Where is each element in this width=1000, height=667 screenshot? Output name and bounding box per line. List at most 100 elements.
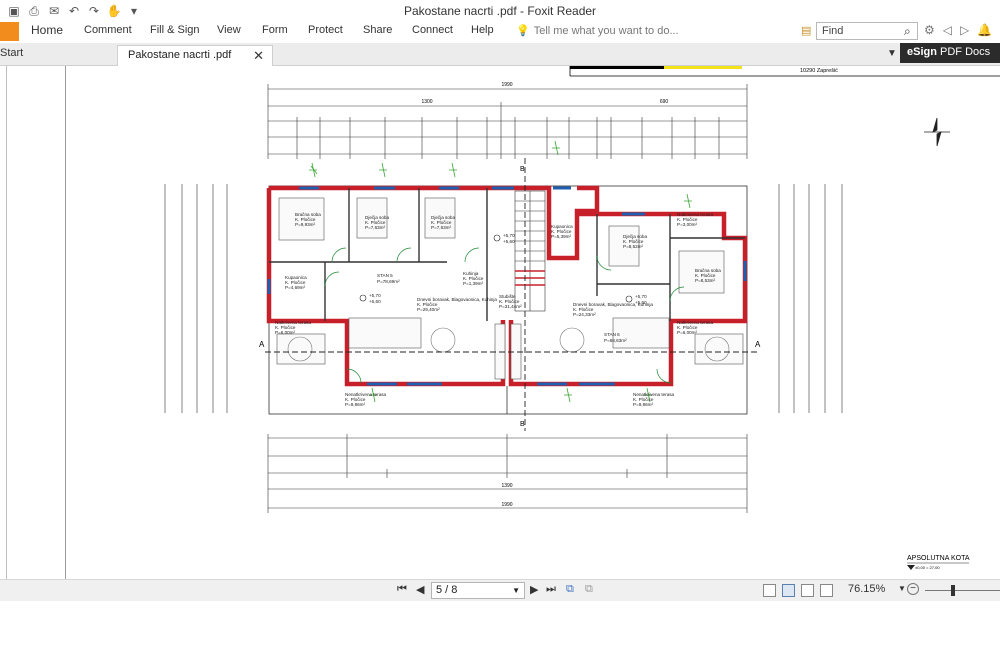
- document-viewport[interactable]: 1990 1300 690 1390 1990 A A B B Bračna s…: [0, 66, 1000, 579]
- tab-help[interactable]: Help: [471, 24, 494, 36]
- room-16-area: P=6,00m²: [677, 330, 698, 335]
- back-arrow-icon[interactable]: ◁: [943, 23, 952, 37]
- room-14-area: P=24,33m²: [573, 312, 596, 317]
- esign-label: PDF Docs: [936, 46, 991, 58]
- tell-me-box[interactable]: 💡 Tell me what you want to do...: [516, 24, 679, 38]
- last-page-icon[interactable]: ⏭: [546, 583, 556, 596]
- tab-form[interactable]: Form: [262, 24, 288, 36]
- room-5-name: STAN 5: [377, 273, 393, 278]
- top-dimensions: [267, 84, 748, 159]
- room-3-area: P=7,63m²: [431, 225, 452, 230]
- desktop-background: [0, 601, 1000, 667]
- title-bar: ▣ ⎙ ✉ ↶ ↷ ✋ ▾ Pakostane nacrti .pdf - Fo…: [0, 0, 1000, 22]
- room-7-area: P=6,00m²: [275, 330, 296, 335]
- pdf-page: 1990 1300 690 1390 1990 A A B B Bračna s…: [67, 66, 1000, 579]
- staircase: [514, 190, 546, 312]
- next-page-icon[interactable]: ▶: [530, 583, 538, 596]
- room-12-area: P=3,00m²: [677, 222, 698, 227]
- esign-button[interactable]: eSign PDF Docs: [900, 43, 1000, 63]
- previous-view-icon[interactable]: ⧉: [566, 583, 574, 596]
- page-number-field[interactable]: 5 / 8 ▼: [431, 582, 525, 599]
- level-1-upper: +5,70: [503, 233, 515, 238]
- first-page-icon[interactable]: ⏮: [397, 583, 407, 596]
- status-bar: ⏮ ◀ 5 / 8 ▼ ▶ ⏭ ⧉ ⧉ 76.15% ▼ −: [0, 579, 1000, 601]
- next-view-icon[interactable]: ⧉: [585, 583, 593, 596]
- room-9-area: P=31,44m²: [499, 304, 522, 309]
- dim-1300: 1300: [421, 99, 432, 105]
- section-a-left: A: [259, 340, 265, 349]
- room-2-area: P=7,63m²: [365, 225, 386, 230]
- windows: [267, 186, 747, 386]
- tab-protect[interactable]: Protect: [308, 24, 343, 36]
- page-layout-buttons: [763, 584, 833, 597]
- tab-view[interactable]: View: [217, 24, 241, 36]
- close-icon[interactable]: ✕: [253, 48, 264, 64]
- tab-list-dropdown-icon[interactable]: ▼: [887, 48, 897, 59]
- section-b-top: B: [520, 166, 525, 173]
- floor-plan-drawing: 1990 1300 690 1390 1990 A A B B Bračna s…: [164, 66, 1000, 570]
- room-10-area: P=5,39m²: [551, 234, 572, 239]
- level-1-lower: +5,60: [503, 239, 515, 244]
- dim-1390: 1390: [501, 483, 512, 489]
- room-17-area: P=9,86m²: [633, 402, 654, 407]
- zoom-out-icon[interactable]: −: [907, 583, 919, 595]
- dim-total-bottom: 1990: [501, 502, 512, 508]
- tab-document[interactable]: Pakostane nacrti .pdf ✕: [117, 45, 273, 67]
- gear-icon[interactable]: ⚙: [924, 23, 935, 37]
- document-tab-bar: Start Pakostane nacrti .pdf ✕ ▼: [0, 43, 1000, 67]
- esign-bold-label: eSign: [907, 46, 937, 58]
- dim-690: 690: [660, 99, 669, 105]
- dim-total-top: 1990: [501, 82, 512, 88]
- facing-page-icon[interactable]: [801, 584, 814, 597]
- zoom-level[interactable]: 76.15%: [848, 583, 885, 595]
- room-13-area: P=8,53m²: [695, 278, 716, 283]
- tab-connect[interactable]: Connect: [412, 24, 453, 36]
- section-a-right: A: [755, 340, 761, 349]
- page-indicator: 5 / 8: [436, 584, 458, 596]
- room-15-name: STAN 6: [604, 332, 620, 337]
- level-3-lower: +5,60: [635, 300, 647, 305]
- find-folder-icon[interactable]: ▤: [801, 24, 811, 37]
- room-5-area: P=78,69m²: [377, 279, 400, 284]
- tab-share[interactable]: Share: [363, 24, 392, 36]
- title-block-yellow: [664, 66, 742, 69]
- address-text: 10290 Zaprešić: [800, 68, 838, 74]
- ribbon-menu: Home Comment Fill & Sign View Form Prote…: [0, 22, 1000, 42]
- room-6-area: P=29,40m²: [417, 307, 440, 312]
- tell-me-text: Tell me what you want to do...: [533, 24, 679, 37]
- bell-icon[interactable]: 🔔: [977, 23, 992, 37]
- navigation-panel-gutter: [0, 66, 66, 579]
- foxit-reader-window: ▣ ⎙ ✉ ↶ ↷ ✋ ▾ Pakostane nacrti .pdf - Fo…: [0, 0, 1000, 667]
- room-8-area: P=9,86m²: [345, 402, 366, 407]
- exterior-walls: [266, 185, 748, 387]
- room-4-area: P=4,69m²: [285, 285, 306, 290]
- zoom-slider-thumb[interactable]: [951, 585, 955, 596]
- level-3-upper: +5,70: [635, 294, 647, 299]
- level-2-upper: +5,70: [369, 293, 381, 298]
- zoom-dropdown-icon[interactable]: ▼: [898, 584, 906, 593]
- room-11-area: P=8,52m²: [623, 244, 644, 249]
- zoom-slider-track[interactable]: [925, 590, 1000, 591]
- single-page-icon[interactable]: [763, 584, 776, 597]
- search-icon[interactable]: ⌕: [904, 24, 911, 39]
- room-1-area: P=9,93m²: [295, 222, 316, 227]
- lightbulb-icon: 💡: [516, 25, 530, 37]
- tab-comment[interactable]: Comment: [84, 24, 132, 36]
- window-title: Pakostane nacrti .pdf - Foxit Reader: [403, 4, 597, 18]
- prev-page-icon[interactable]: ◀: [416, 583, 424, 596]
- tab-fill-sign[interactable]: Fill & Sign: [150, 24, 200, 36]
- file-menu-button[interactable]: [0, 22, 19, 41]
- tab-document-label: Pakostane nacrti .pdf: [128, 49, 232, 61]
- apsolutna-kota-label: APSOLUTNA KOTA: [907, 555, 970, 562]
- continuous-facing-icon[interactable]: [820, 584, 833, 597]
- tab-start[interactable]: Start: [0, 47, 23, 59]
- tab-home[interactable]: Home: [31, 23, 63, 37]
- continuous-page-icon[interactable]: [782, 584, 795, 597]
- find-input[interactable]: Find: [816, 22, 918, 40]
- forward-arrow-icon[interactable]: ▷: [960, 23, 969, 37]
- section-b-bottom: B: [520, 421, 525, 428]
- chevron-down-icon[interactable]: ▼: [512, 583, 520, 598]
- apsolutna-kota-sub: ±0,00 = 27,00: [915, 565, 940, 570]
- north-arrow: [924, 117, 950, 147]
- room-15-area: P=68,63m²: [604, 338, 627, 343]
